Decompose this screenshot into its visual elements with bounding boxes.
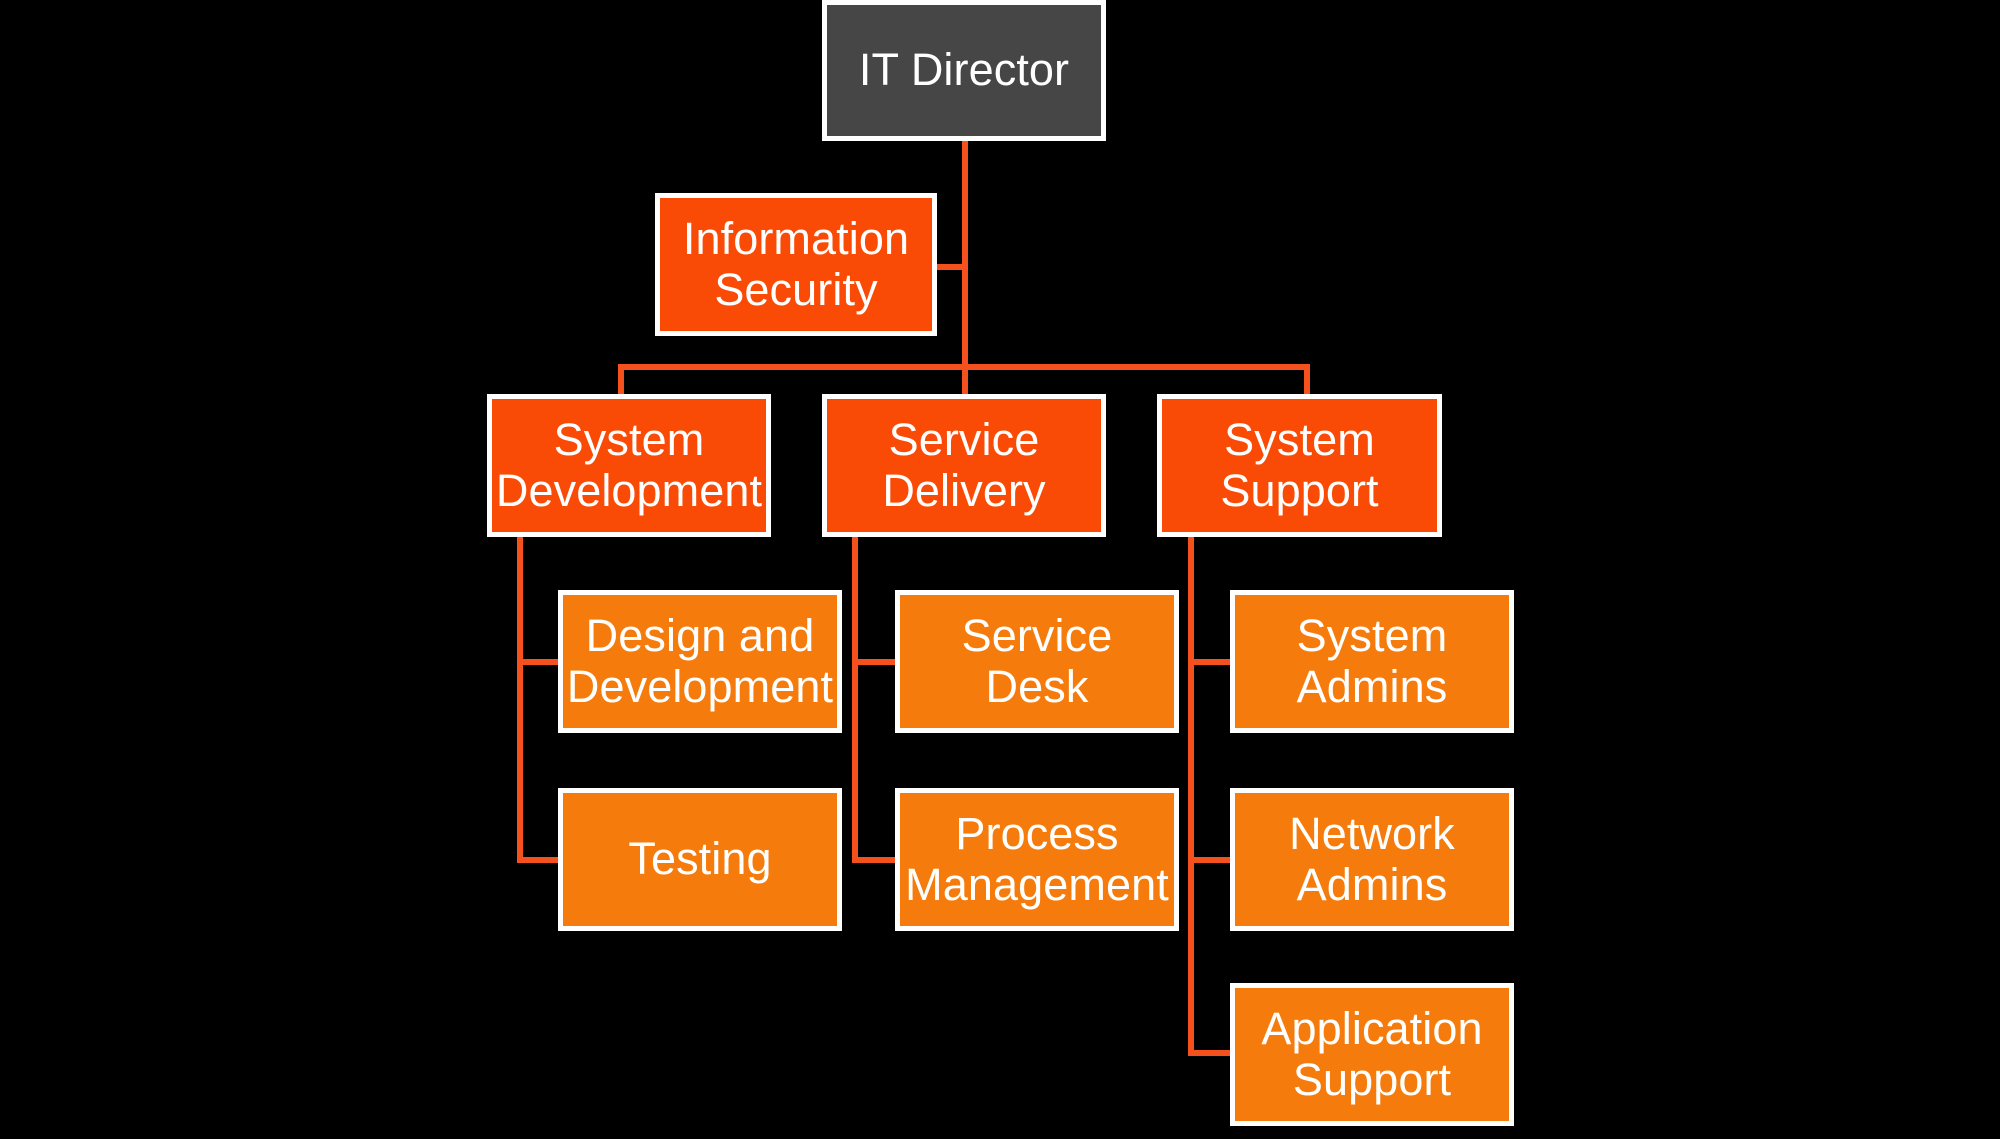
node-it-director[interactable]: IT Director xyxy=(822,0,1106,141)
connector-infosec-stub xyxy=(936,264,966,270)
node-service-delivery[interactable]: Service Delivery xyxy=(822,394,1106,537)
connector-stub-design-and-development xyxy=(517,659,563,665)
connector-stub-application-support xyxy=(1188,1050,1236,1056)
connector-stub-testing xyxy=(517,857,563,863)
node-application-support[interactable]: Application Support xyxy=(1230,983,1514,1126)
connector-stub-system-admins xyxy=(1188,659,1236,665)
node-design-and-development[interactable]: Design and Development xyxy=(558,590,842,733)
node-information-security[interactable]: Information Security xyxy=(655,193,937,336)
connector-drop-system-development xyxy=(618,364,624,396)
node-testing[interactable]: Testing xyxy=(558,788,842,931)
node-service-desk[interactable]: Service Desk xyxy=(895,590,1179,733)
connector-drop-system-support xyxy=(1304,364,1310,396)
connector-stub-process-management xyxy=(852,857,900,863)
node-process-management[interactable]: Process Management xyxy=(895,788,1179,931)
node-system-development[interactable]: System Development xyxy=(487,394,771,537)
connector-director-trunk xyxy=(962,140,968,370)
node-system-admins[interactable]: System Admins xyxy=(1230,590,1514,733)
node-system-support[interactable]: System Support xyxy=(1157,394,1442,537)
connector-spine-system-support xyxy=(1188,536,1194,1056)
connector-spine-system-development xyxy=(517,536,523,863)
connector-drop-service-delivery xyxy=(962,364,968,396)
node-network-admins[interactable]: Network Admins xyxy=(1230,788,1514,931)
connector-stub-service-desk xyxy=(852,659,900,665)
connector-spine-service-delivery xyxy=(852,536,858,863)
org-chart-canvas: IT Director Information Security System … xyxy=(0,0,2000,1139)
connector-stub-network-admins xyxy=(1188,857,1236,863)
